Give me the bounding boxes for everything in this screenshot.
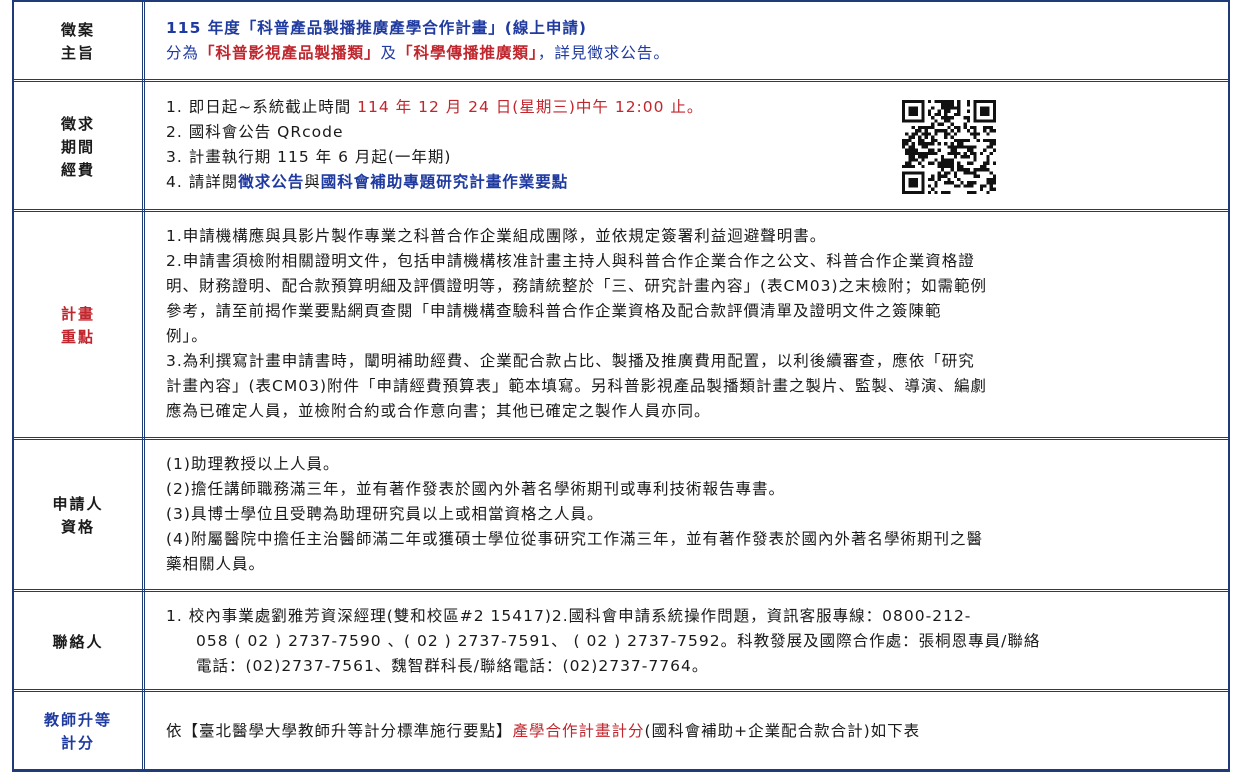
promotion-prefix: 依【臺北醫學大學教師升等計分標準施行要點】	[166, 722, 513, 740]
label-period: 徵求 期間 經費	[14, 82, 145, 212]
item-text: 1. 即日起~系統截止時間	[166, 98, 358, 116]
text-mid: 及	[380, 44, 398, 62]
announcement-table: 徵案 主旨 115 年度「科普產品製播推廣產學合作計畫」(線上申請) 分為「科普…	[12, 0, 1230, 772]
contact-line: 電話：(02)2737-7561、魏智群科長/聯絡電話：(02)2737-776…	[196, 657, 709, 675]
promotion-content: 依【臺北醫學大學教師升等計分標準施行要點】產學合作計畫計分(國科會補助+企業配合…	[148, 692, 1228, 772]
key-point-line: 3.為利撰寫計畫申請書時，闡明補助經費、企業配合款占比、製播及推廣費用配置，以利…	[166, 352, 975, 370]
row-promotion: 教師升等 計分 依【臺北醫學大學教師升等計分標準施行要點】產學合作計畫計分(國科…	[14, 692, 1228, 772]
category-line: 分為「科普影視產品製播類」及「科學傳播推廣類」，詳見徵求公告。	[166, 41, 1206, 66]
label-contact: 聯絡人	[14, 592, 145, 692]
key-point-line: 例」。	[166, 327, 208, 345]
category-video: 「科普影視產品製播類」	[199, 44, 381, 62]
qr-code-icon[interactable]	[902, 100, 996, 194]
eligibility-line: (1)助理教授以上人員。	[166, 455, 340, 473]
key-point-line: 2.申請書須檢附相關證明文件，包括申請機構核准計畫主持人與科普合作企業合作之公文…	[166, 252, 975, 270]
link-nstc-guidelines[interactable]: 國科會補助專題研究計畫作業要點	[321, 173, 569, 191]
label-key-points: 計畫 重點	[14, 212, 145, 440]
category-promotion: 「科學傳播推廣類」	[397, 44, 538, 62]
label-line: 計分	[60, 734, 95, 752]
key-point-line: 參考，請至前揭作業要點網頁查閱「申請機構查驗科普合作企業資格及配合款評價清單及證…	[166, 302, 942, 320]
eligibility-content: (1)助理教授以上人員。 (2)擔任講師職務滿三年，並有著作發表於國內外著名學術…	[148, 440, 1228, 592]
label-line: 申請人	[52, 495, 104, 513]
eligibility-line: 藥相關人員。	[166, 555, 266, 573]
period-content: 1. 即日起~系統截止時間 114 年 12 月 24 日(星期三)中午 12:…	[148, 82, 1228, 212]
period-item-2: 2. 國科會公告 QRcode	[166, 123, 344, 141]
row-key-points: 計畫 重點 1.申請機構應與具影片製作專業之科普合作企業組成團隊，並依規定簽署利…	[14, 212, 1228, 440]
contact-line: 058 ( 02 ) 2737-7590 、( 02 ) 2737-7591、 …	[196, 632, 1041, 650]
item-text: 與	[304, 173, 321, 191]
link-call-announcement[interactable]: 徵求公告	[238, 173, 304, 191]
label-purpose: 徵案 主旨	[14, 2, 145, 82]
key-points-content: 1.申請機構應與具影片製作專業之科普合作企業組成團隊，並依規定簽署利益迴避聲明書…	[148, 212, 1228, 440]
period-item-1: 1. 即日起~系統截止時間 114 年 12 月 24 日(星期三)中午 12:…	[166, 95, 1206, 120]
project-title: 115 年度「科普產品製播推廣產學合作計畫」(線上申請)	[166, 19, 587, 37]
contact-line: 1. 校內事業處劉雅芳資深經理(雙和校區#2 15417)2.國科會申請系統操作…	[166, 607, 972, 625]
eligibility-line: (2)擔任講師職務滿三年，並有著作發表於國內外著名學術期刊或專利技術報告專書。	[166, 480, 785, 498]
row-purpose: 徵案 主旨 115 年度「科普產品製播推廣產學合作計畫」(線上申請) 分為「科普…	[14, 2, 1228, 82]
promotion-line: 依【臺北醫學大學教師升等計分標準施行要點】產學合作計畫計分(國科會補助+企業配合…	[166, 719, 1206, 744]
eligibility-line: (3)具博士學位且受聘為助理研究員以上或相當資格之人員。	[166, 505, 604, 523]
label-line: 教師升等	[43, 711, 112, 729]
label-line: 期間	[60, 137, 95, 156]
label-line: 計畫	[60, 305, 95, 323]
item-text: 4. 請詳閱	[166, 173, 239, 191]
key-point-line: 計畫內容」(表CM03)附件「申請經費預算表」範本填寫。另科普影視產品製播類計畫…	[166, 377, 988, 395]
key-point-line: 應為已確定人員，並檢附合約或合作意向書；其他已確定之製作人員亦同。	[166, 402, 711, 420]
row-eligibility: 申請人 資格 (1)助理教授以上人員。 (2)擔任講師職務滿三年，並有著作發表於…	[14, 440, 1228, 592]
promotion-suffix: (國科會補助+企業配合款合計)如下表	[644, 722, 921, 740]
period-item-3: 3. 計畫執行期 115 年 6 月起(一年期)	[166, 148, 452, 166]
purpose-content: 115 年度「科普產品製播推廣產學合作計畫」(線上申請) 分為「科普影視產品製播…	[148, 2, 1228, 82]
key-point-line: 明、財務證明、配合款預算明細及評價證明等，務請統整於「三、研究計畫內容」(表CM…	[166, 277, 988, 295]
eligibility-line: (4)附屬醫院中擔任主治醫師滿二年或獲碩士學位從事研究工作滿三年，並有著作發表於…	[166, 530, 983, 548]
label-line: 徵求	[60, 114, 95, 133]
row-period: 徵求 期間 經費 1. 即日起~系統截止時間 114 年 12 月 24 日(星…	[14, 82, 1228, 212]
period-item-4: 4. 請詳閱徵求公告與國科會補助專題研究計畫作業要點	[166, 170, 1206, 195]
label-line: 重點	[60, 328, 95, 346]
label-line: 徵案	[60, 21, 95, 39]
row-contact: 聯絡人 1. 校內事業處劉雅芳資深經理(雙和校區#2 15417)2.國科會申請…	[14, 592, 1228, 692]
label-line: 經費	[60, 160, 95, 179]
label-line: 主旨	[60, 44, 95, 62]
key-point-line: 1.申請機構應與具影片製作專業之科普合作企業組成團隊，並依規定簽署利益迴避聲明書…	[166, 227, 827, 245]
text-suffix: ，詳見徵求公告。	[537, 44, 670, 62]
label-line: 聯絡人	[52, 632, 104, 651]
promotion-highlight: 產學合作計畫計分	[512, 722, 645, 740]
text-prefix: 分為	[166, 44, 200, 62]
label-promotion: 教師升等 計分	[14, 692, 145, 772]
deadline-text: 114 年 12 月 24 日(星期三)中午 12:00 止。	[357, 98, 704, 116]
label-line: 資格	[60, 518, 95, 536]
contact-content: 1. 校內事業處劉雅芳資深經理(雙和校區#2 15417)2.國科會申請系統操作…	[148, 592, 1228, 692]
label-eligibility: 申請人 資格	[14, 440, 145, 592]
